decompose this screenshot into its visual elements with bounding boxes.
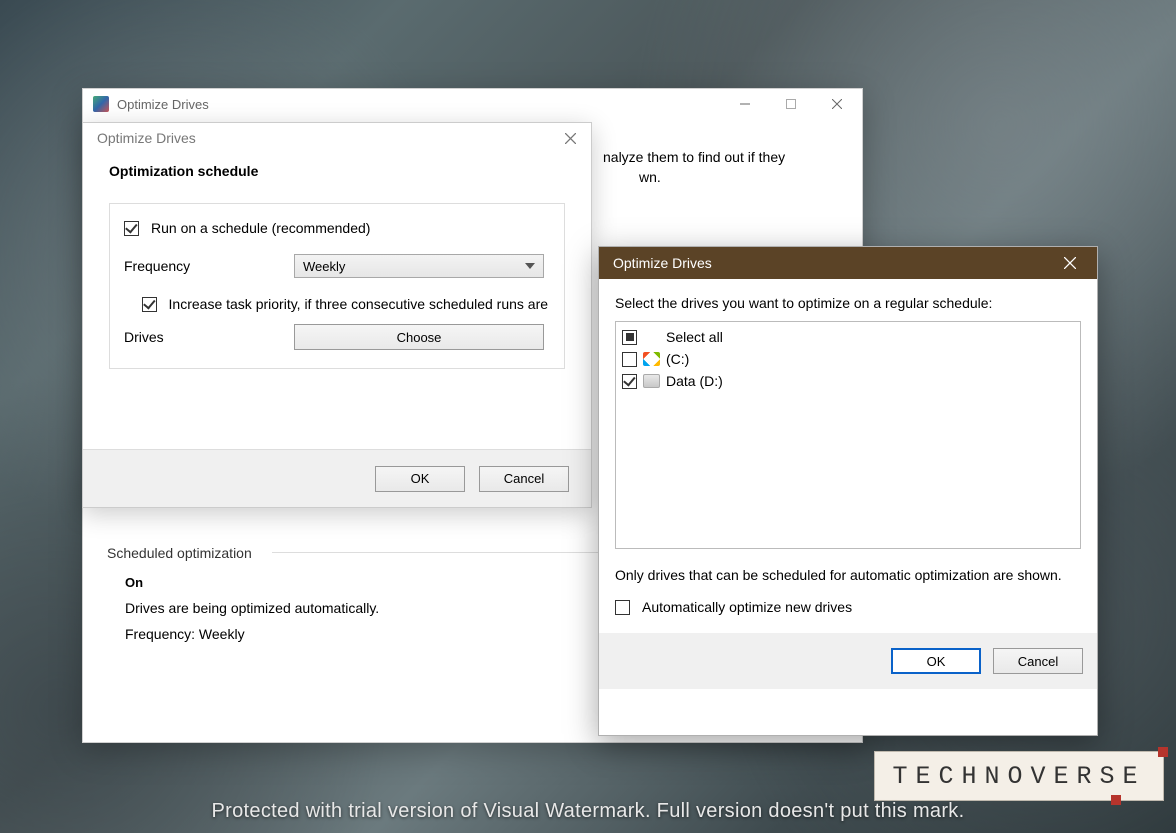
drive-d-label: Data (D:) <box>666 373 723 389</box>
increase-priority-label: Increase task priority, if three consecu… <box>169 296 550 312</box>
windows-drive-icon <box>643 352 660 366</box>
schedule-ok-button[interactable]: OK <box>375 466 465 492</box>
drive-select-instruction: Select the drives you want to optimize o… <box>615 295 1081 311</box>
drive-d-checkbox[interactable] <box>622 374 637 389</box>
minimize-icon <box>740 99 750 109</box>
close-button[interactable] <box>814 90 860 118</box>
auto-optimize-new-checkbox[interactable] <box>615 600 630 615</box>
increase-priority-checkbox[interactable] <box>142 297 157 312</box>
hint-line2: wn. <box>639 169 661 185</box>
drive-select-titlebar[interactable]: Optimize Drives <box>599 247 1097 279</box>
chevron-down-icon <box>525 263 535 269</box>
schedule-dialog-title: Optimize Drives <box>97 130 196 146</box>
app-icon <box>93 96 109 112</box>
schedule-heading: Optimization schedule <box>109 163 565 179</box>
frequency-label: Frequency <box>124 258 294 274</box>
drives-label: Drives <box>124 329 294 345</box>
watermark-text: Protected with trial version of Visual W… <box>0 800 1176 823</box>
close-icon <box>832 99 842 109</box>
window-titlebar[interactable]: Optimize Drives <box>83 89 862 119</box>
choose-drives-button[interactable]: Choose <box>294 324 544 350</box>
run-on-schedule-checkbox[interactable] <box>124 221 139 236</box>
frequency-value: Weekly <box>303 259 345 274</box>
schedule-cancel-button[interactable]: Cancel <box>479 466 569 492</box>
drive-select-dialog: Optimize Drives Select the drives you wa… <box>598 246 1098 736</box>
schedule-dialog-close-button[interactable] <box>557 125 583 151</box>
drive-select-footer: OK Cancel <box>599 633 1097 689</box>
schedule-dialog-footer: OK Cancel <box>83 449 591 507</box>
drive-row-d[interactable]: Data (D:) <box>622 370 1074 392</box>
drive-c-label: (C:) <box>666 351 689 367</box>
frequency-select[interactable]: Weekly <box>294 254 544 278</box>
hint-text-fragment: nalyze them to find out if they wn. <box>603 147 785 188</box>
select-all-checkbox[interactable] <box>622 330 637 345</box>
drive-select-note: Only drives that can be scheduled for au… <box>615 565 1081 585</box>
auto-optimize-new-label: Automatically optimize new drives <box>642 599 852 615</box>
run-on-schedule-label: Run on a schedule (recommended) <box>151 220 370 236</box>
drive-select-title: Optimize Drives <box>613 255 712 271</box>
drive-c-checkbox[interactable] <box>622 352 637 367</box>
drive-select-ok-button[interactable]: OK <box>891 648 981 674</box>
close-icon <box>1064 257 1076 269</box>
hint-line1: nalyze them to find out if they <box>603 149 785 165</box>
drive-select-cancel-button[interactable]: Cancel <box>993 648 1083 674</box>
window-title: Optimize Drives <box>117 97 209 112</box>
schedule-dialog-titlebar[interactable]: Optimize Drives <box>83 123 591 153</box>
brand-badge: TECHNOVERSE <box>874 751 1164 801</box>
minimize-button[interactable] <box>722 90 768 118</box>
maximize-icon <box>786 99 796 109</box>
drive-row-c[interactable]: (C:) <box>622 348 1074 370</box>
drive-select-close-button[interactable] <box>1047 248 1093 278</box>
disk-drive-icon <box>643 374 660 388</box>
schedule-dialog: Optimize Drives Optimization schedule Ru… <box>82 122 592 508</box>
maximize-button[interactable] <box>768 90 814 118</box>
select-all-label: Select all <box>666 329 723 345</box>
schedule-options-group: Run on a schedule (recommended) Frequenc… <box>109 203 565 369</box>
select-all-row[interactable]: Select all <box>622 326 1074 348</box>
drive-list[interactable]: Select all (C:) Data (D:) <box>615 321 1081 549</box>
close-icon <box>565 133 576 144</box>
